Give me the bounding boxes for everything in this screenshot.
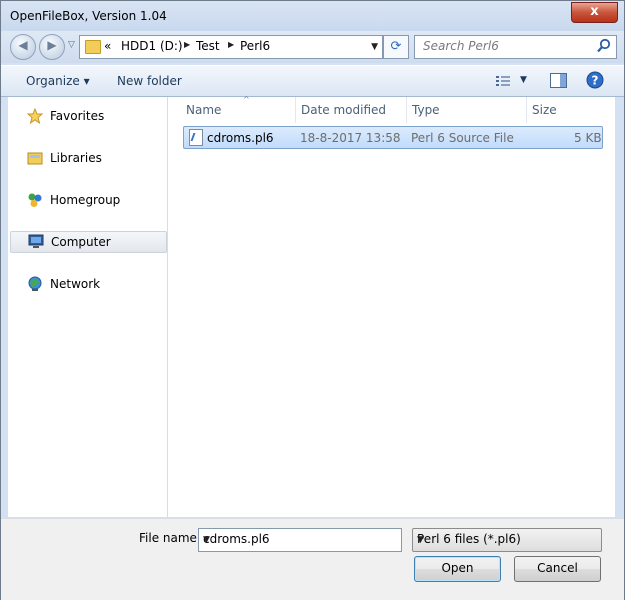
navigation-pane: Favorites Libraries Homegroup Computer N…	[8, 97, 168, 517]
close-button[interactable]: x	[571, 2, 618, 23]
nav-item-libraries[interactable]: Libraries	[10, 148, 165, 168]
perl-file-icon	[189, 129, 203, 146]
filename-dropdown-icon[interactable]: ▼	[203, 535, 396, 545]
breadcrumb-hdd1[interactable]: HDD1 (D:)	[121, 39, 183, 53]
title-bar: OpenFileBox, Version 1.04 x	[1, 1, 624, 31]
nav-item-label: Favorites	[50, 109, 105, 123]
nav-item-computer[interactable]: Computer	[10, 231, 167, 253]
search-icon[interactable]	[596, 38, 612, 54]
homegroup-icon	[28, 193, 42, 207]
column-date-label: Date modified	[301, 103, 387, 117]
column-size-label: Size	[532, 103, 557, 117]
column-name-label: Name	[186, 103, 222, 117]
breadcrumb-test[interactable]: Test	[196, 39, 220, 53]
address-bar[interactable]: « HDD1 (D:) ▶ Test ▶ Perl6 ▼	[79, 35, 383, 59]
breadcrumb-perl6[interactable]: Perl6	[240, 39, 270, 53]
search-box[interactable]	[414, 35, 617, 59]
window-title: OpenFileBox, Version 1.04	[10, 9, 167, 23]
file-row[interactable]: cdroms.pl6 18-8-2017 13:58 Perl 6 Source…	[183, 126, 603, 149]
nav-item-label: Network	[50, 277, 101, 291]
folder-icon	[85, 40, 101, 54]
recent-locations-dropdown[interactable]: ▽	[68, 40, 75, 50]
views-dropdown-icon[interactable]: ▼	[520, 75, 527, 85]
open-button[interactable]: Open	[414, 556, 501, 582]
libraries-icon	[27, 152, 43, 165]
cancel-button[interactable]: Cancel	[514, 556, 601, 582]
breadcrumb-separator-icon[interactable]: ▶	[228, 40, 234, 49]
file-type-filter[interactable]: Perl 6 files (*.pl6) ▼	[412, 528, 602, 552]
address-dropdown-icon[interactable]: ▼	[371, 42, 378, 52]
svg-text:?: ?	[592, 74, 599, 88]
address-overflow[interactable]: «	[104, 39, 111, 53]
star-icon	[27, 108, 43, 124]
file-type: Perl 6 Source File	[411, 131, 514, 145]
open-file-dialog: OpenFileBox, Version 1.04 x ◀ ▶ ▽ « HDD1…	[0, 0, 625, 600]
file-name: cdroms.pl6	[207, 131, 274, 145]
back-button[interactable]: ◀	[10, 34, 36, 60]
organize-button[interactable]: Organize ▾	[26, 74, 90, 88]
filter-dropdown-icon[interactable]: ▼	[417, 535, 595, 545]
nav-item-network[interactable]: Network	[10, 274, 165, 294]
nav-item-label: Libraries	[50, 151, 102, 165]
column-header-date[interactable]: Date modified	[295, 97, 407, 123]
preview-pane-icon[interactable]	[550, 73, 567, 88]
column-type-label: Type	[412, 103, 440, 117]
column-header-type[interactable]: Type	[406, 97, 527, 123]
bottom-panel: File name: cdroms.pl6 ▼ Perl 6 files (*.…	[1, 518, 624, 600]
refresh-button[interactable]: ⟳	[383, 35, 409, 59]
sort-ascending-icon: ^	[243, 95, 250, 104]
network-icon	[28, 276, 42, 291]
computer-icon	[28, 234, 44, 248]
back-arrow-icon: ◀	[18, 38, 28, 52]
filename-input[interactable]: cdroms.pl6 ▼	[198, 528, 402, 552]
nav-item-favorites[interactable]: Favorites	[10, 106, 165, 126]
new-folder-button[interactable]: New folder	[117, 74, 182, 88]
file-date: 18-8-2017 13:58	[300, 131, 401, 145]
filename-label: File name:	[139, 531, 201, 545]
forward-button[interactable]: ▶	[39, 34, 65, 60]
nav-item-label: Computer	[51, 235, 111, 249]
file-size: 5 KB	[574, 131, 602, 145]
column-header-size[interactable]: Size	[526, 97, 606, 123]
help-icon[interactable]: ?	[586, 71, 604, 89]
search-input[interactable]	[415, 36, 593, 56]
nav-item-label: Homegroup	[50, 193, 121, 207]
breadcrumb-separator-icon[interactable]: ▶	[184, 40, 190, 49]
change-view-icon[interactable]	[496, 75, 510, 87]
forward-arrow-icon: ▶	[47, 38, 57, 52]
command-toolbar: Organize ▾ New folder ▼ ?	[1, 65, 624, 97]
file-list: Name ^ Date modified Type Size cdroms.pl…	[168, 95, 615, 517]
column-header-name[interactable]: Name ^	[180, 95, 296, 123]
nav-item-homegroup[interactable]: Homegroup	[10, 190, 165, 210]
